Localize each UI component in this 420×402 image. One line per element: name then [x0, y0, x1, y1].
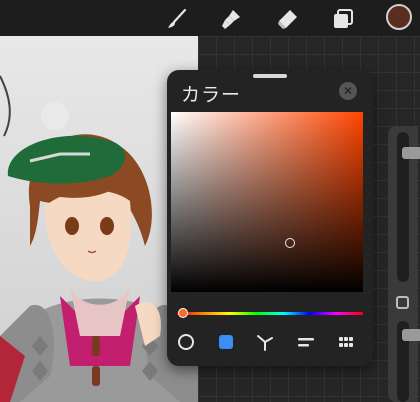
tab-disc[interactable]	[176, 332, 196, 352]
classic-mode-icon	[219, 335, 233, 349]
layers-icon	[334, 9, 353, 28]
tab-palettes[interactable]	[336, 332, 356, 352]
layers-tool[interactable]	[330, 6, 356, 32]
modify-button[interactable]	[396, 296, 409, 309]
color-mode-tabs	[167, 328, 373, 356]
value-mode-icon	[298, 338, 314, 347]
tab-value[interactable]	[296, 332, 316, 352]
smudge-tool[interactable]	[218, 6, 244, 32]
brush-size-slider[interactable]	[397, 132, 420, 282]
side-slider-rail	[388, 126, 420, 402]
close-button[interactable]: ✕	[339, 82, 357, 100]
tab-harmony[interactable]	[255, 332, 275, 352]
brush-tool[interactable]	[164, 6, 190, 32]
disc-mode-icon	[178, 334, 194, 350]
hue-slider[interactable]	[177, 312, 363, 315]
opacity-thumb[interactable]	[402, 329, 420, 342]
brush-icon	[168, 8, 187, 28]
brush-size-thumb[interactable]	[402, 147, 420, 159]
opacity-slider[interactable]	[397, 321, 420, 402]
harmony-mode-icon	[257, 335, 273, 351]
panel-title: カラー	[181, 84, 242, 106]
color-picker-cursor[interactable]	[285, 238, 296, 249]
saturation-brightness-picker[interactable]	[171, 112, 363, 292]
color-panel: カラー ✕	[167, 70, 373, 366]
procreate-app: カラー ✕	[0, 0, 420, 402]
eraser-tool[interactable]	[274, 6, 300, 32]
current-color-swatch[interactable]	[386, 4, 412, 30]
close-icon: ✕	[342, 84, 354, 98]
smudge-icon	[222, 10, 240, 29]
panel-grabber[interactable]	[253, 74, 287, 78]
eraser-icon	[278, 10, 297, 29]
hue-slider-knob[interactable]	[177, 308, 188, 318]
top-toolbar	[0, 0, 420, 36]
tab-classic[interactable]	[216, 332, 236, 352]
palettes-mode-icon	[339, 337, 353, 347]
